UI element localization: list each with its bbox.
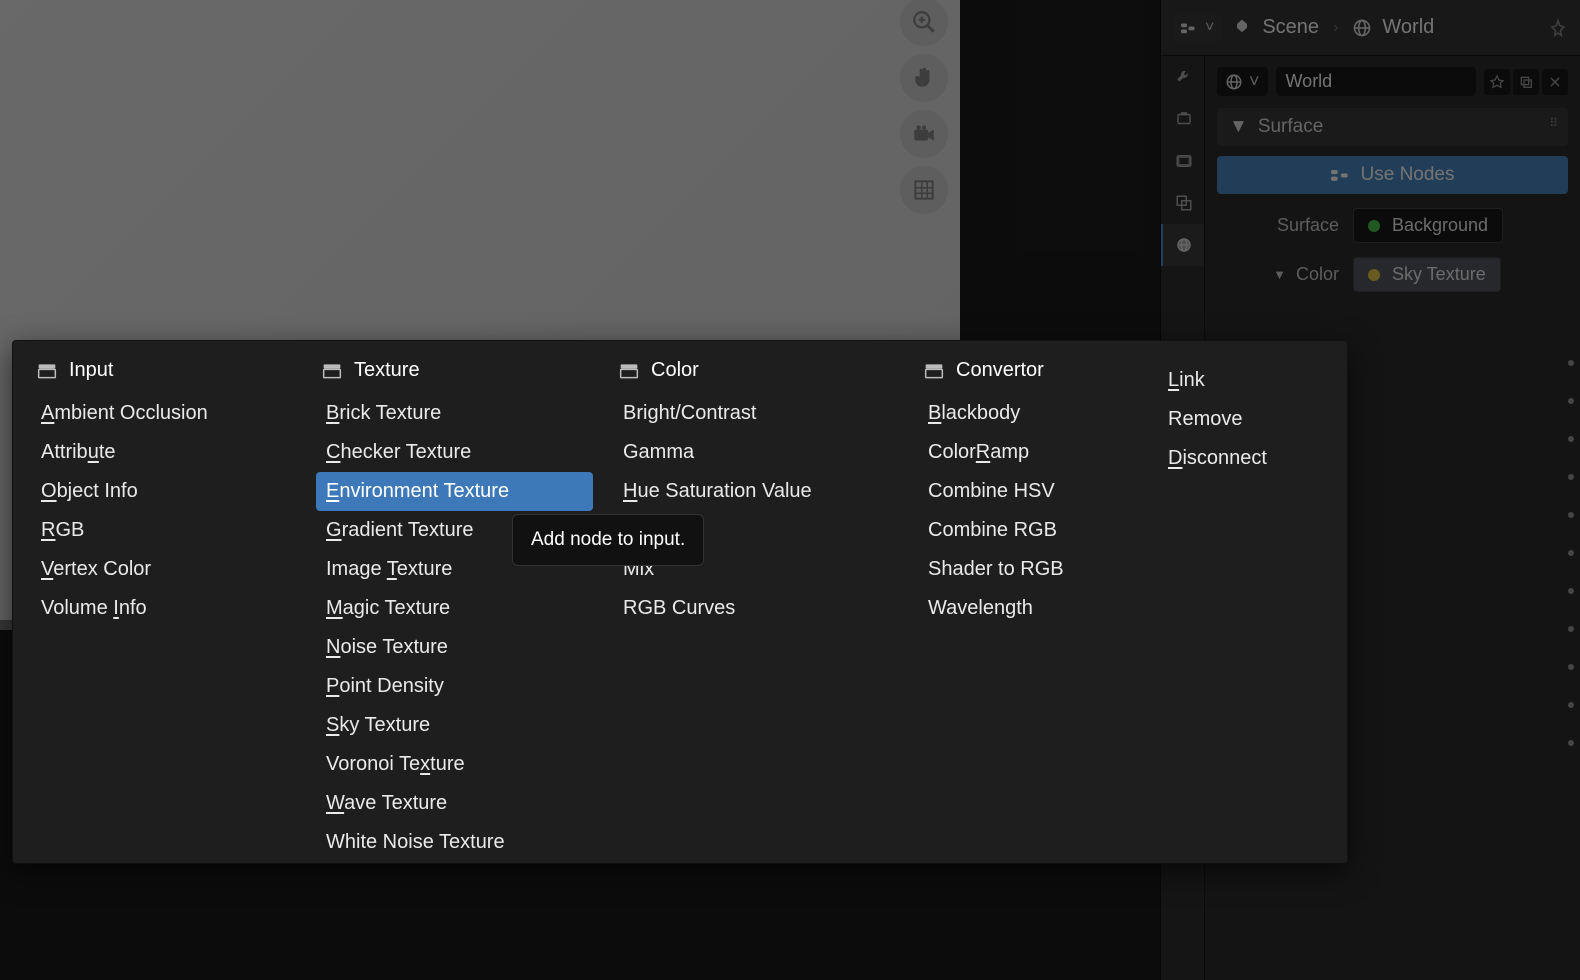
menu-header-color-label: Color: [651, 359, 699, 382]
menu-item[interactable]: RGB: [31, 511, 296, 550]
menu-header-texture: Texture: [316, 351, 593, 390]
node-icon: [37, 362, 57, 380]
menu-item[interactable]: Checker Texture: [316, 433, 593, 472]
menu-item[interactable]: Combine RGB: [918, 511, 1138, 550]
menu-header-texture-label: Texture: [354, 359, 420, 382]
menu-item[interactable]: Gamma: [613, 433, 898, 472]
menu-item[interactable]: Blackbody: [918, 394, 1138, 433]
menu-item[interactable]: White Noise Texture: [316, 823, 593, 862]
node-icon: [322, 362, 342, 380]
menu-item[interactable]: Shader to RGB: [918, 550, 1138, 589]
menu-item[interactable]: Bright/Contrast: [613, 394, 898, 433]
menu-item[interactable]: Link: [1158, 361, 1308, 400]
tooltip-text: Add node to input.: [531, 529, 685, 550]
menu-header-color: Color: [613, 351, 898, 390]
menu-item[interactable]: Volume Info: [31, 589, 296, 628]
menu-item[interactable]: Sky Texture: [316, 706, 593, 745]
node-icon: [619, 362, 639, 380]
menu-header-convertor-label: Convertor: [956, 359, 1044, 382]
menu-column-color: Color Bright/ContrastGammaHue Saturation…: [603, 351, 908, 862]
add-node-menu: Input Ambient OcclusionAttributeObject I…: [12, 340, 1348, 864]
menu-item[interactable]: Vertex Color: [31, 550, 296, 589]
menu-item[interactable]: Attribute: [31, 433, 296, 472]
menu-item[interactable]: Brick Texture: [316, 394, 593, 433]
menu-item[interactable]: Point Density: [316, 667, 593, 706]
menu-item[interactable]: Disconnect: [1158, 439, 1308, 478]
menu-header-input-label: Input: [69, 359, 113, 382]
menu-item[interactable]: Environment Texture: [316, 472, 593, 511]
menu-item[interactable]: Wave Texture: [316, 784, 593, 823]
menu-column-link: LinkRemoveDisconnect: [1148, 351, 1318, 862]
menu-item[interactable]: Magic Texture: [316, 589, 593, 628]
menu-item[interactable]: ColorRamp: [918, 433, 1138, 472]
tooltip: Add node to input.: [512, 514, 704, 566]
menu-column-texture: Texture Brick TextureChecker TextureEnvi…: [306, 351, 603, 862]
menu-header-input: Input: [31, 351, 296, 390]
menu-item[interactable]: Ambient Occlusion: [31, 394, 296, 433]
node-icon: [924, 362, 944, 380]
menu-item[interactable]: RGB Curves: [613, 589, 898, 628]
menu-column-convertor: Convertor BlackbodyColorRampCombine HSVC…: [908, 351, 1148, 862]
menu-item[interactable]: Remove: [1158, 400, 1308, 439]
menu-item[interactable]: Combine HSV: [918, 472, 1138, 511]
menu-header-convertor: Convertor: [918, 351, 1138, 390]
menu-item[interactable]: Noise Texture: [316, 628, 593, 667]
menu-item[interactable]: Object Info: [31, 472, 296, 511]
menu-item[interactable]: Hue Saturation Value: [613, 472, 898, 511]
menu-item[interactable]: Wavelength: [918, 589, 1138, 628]
menu-item[interactable]: Voronoi Texture: [316, 745, 593, 784]
menu-column-input: Input Ambient OcclusionAttributeObject I…: [21, 351, 306, 862]
